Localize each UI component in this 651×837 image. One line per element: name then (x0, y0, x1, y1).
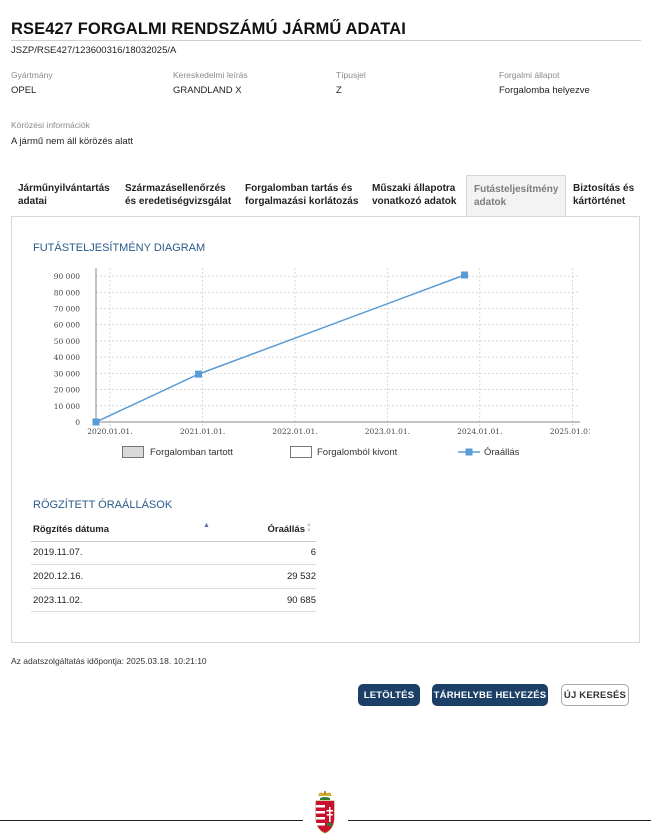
tab-label-line1: Járműnyilvántartás (18, 183, 110, 194)
y-tick-label: 30 000 (54, 369, 80, 378)
title-divider (11, 40, 641, 41)
mileage-chart: 0 10 000 20 000 30 000 40 000 50 000 60 000 70 … (54, 268, 590, 436)
record-value: 6 (310, 547, 316, 558)
data-timestamp: Az adatszolgáltatás időpontja: 2025.03.1… (11, 656, 207, 666)
record-date: 2019.11.07. (33, 547, 83, 558)
tab-vehicle-registry[interactable]: Járműnyilvántartás adatai (11, 175, 118, 216)
field-label-wanted: Körözési információk (11, 120, 90, 130)
tab-label-line1: Forgalomban tartás és (245, 183, 353, 194)
field-label-type: Típusjel (336, 70, 366, 80)
tab-origin-check[interactable]: Származásellenőrzés és eredetiségvizsgál… (118, 175, 238, 216)
tab-label-line1: Futásteljesítmény (474, 184, 559, 195)
footer-rule-right (348, 820, 651, 821)
sort-both-icon[interactable]: ▲ ▼ (306, 522, 312, 534)
tab-bar: Járműnyilvántartás adatai Származásellen… (11, 175, 641, 217)
record-value: 29 532 (286, 571, 316, 582)
record-date: 2020.12.16. (33, 571, 84, 582)
data-point-mileage (92, 418, 100, 426)
field-value-status: Forgalomba helyezve (499, 85, 590, 96)
y-tick-label: 10 000 (54, 402, 80, 411)
field-value-make: OPEL (11, 85, 37, 96)
legend-swatch-mileage (458, 448, 480, 456)
tab-label-line2: forgalmazási korlátozás (245, 196, 359, 207)
x-tick-label: 2023.01.01. (365, 427, 410, 436)
field-value-type: Z (336, 85, 342, 96)
records-section-title: RÖGZÍTETT ÓRAÁLLÁSOK (33, 499, 173, 511)
field-label-model: Kereskedelmi leírás (173, 70, 248, 80)
field-label-status: Forgalmi állapot (499, 70, 560, 80)
x-tick-label: 2020.01.01. (87, 427, 132, 436)
record-date: 2023.11.02. (33, 595, 83, 606)
row-divider (31, 588, 316, 589)
new-search-button[interactable]: ÚJ KERESÉS (561, 684, 629, 706)
tab-insurance[interactable]: Biztosítás és kártörténet (566, 175, 641, 216)
legend-label-active: Forgalomban tartott (150, 447, 233, 458)
col-header-date[interactable]: Rögzítés dátuma (33, 524, 109, 535)
legend-label-mileage: Óraállás (484, 447, 520, 458)
storage-button[interactable]: TÁRHELYBE HELYEZÉS (432, 684, 548, 706)
field-value-wanted: A jármű nem áll körözés alatt (11, 136, 133, 147)
tab-technical-condition[interactable]: Műszaki állapotra vonatkozó adatok (365, 175, 466, 216)
footer-rule-left (0, 820, 303, 821)
tab-label-line1: Biztosítás és (573, 183, 635, 194)
legend-swatch-active (122, 446, 144, 458)
query-id: JSZP/RSE427/123600316/18032025/A (11, 45, 177, 56)
chart-section-title: FUTÁSTELJESÍTMÉNY DIAGRAM (33, 242, 206, 254)
tab-label-line1: Műszaki állapotra (372, 183, 456, 194)
hungarian-coat-of-arms-icon (315, 791, 335, 834)
y-tick-label: 70 000 (54, 305, 80, 314)
tab-label-line2: vonatkozó adatok (372, 196, 457, 207)
y-tick-label: 0 (75, 418, 80, 427)
y-tick-label: 90 000 (54, 272, 80, 281)
y-tick-label: 20 000 (54, 386, 80, 395)
series-line-mileage (95, 274, 465, 423)
record-value: 90 685 (286, 595, 316, 606)
tab-label-line2: és eredetiségvizsgálat (125, 196, 232, 207)
tab-label-line2: adatok (474, 197, 507, 208)
y-tick-label: 60 000 (54, 321, 80, 330)
header-divider (31, 541, 316, 542)
legend-label-withdrawn: Forgalomból kivont (317, 447, 398, 458)
tab-label-line2: kártörténet (573, 196, 626, 207)
x-tick-label: 2021.01.01. (180, 427, 225, 436)
tab-label-line1: Származásellenőrzés (125, 183, 226, 194)
sort-asc-icon[interactable]: ▲ (203, 522, 210, 529)
field-label-make: Gyártmány (11, 70, 53, 80)
x-tick-label: 2024.01.01. (457, 427, 502, 436)
col-header-mileage[interactable]: Óraállás (225, 524, 306, 535)
x-tick-label: 2025.01.01. (550, 427, 590, 436)
tab-operation-restrictions[interactable]: Forgalomban tartás és forgalmazási korlá… (238, 175, 365, 216)
row-divider (31, 611, 316, 612)
data-point-mileage (195, 370, 203, 378)
download-button[interactable]: LETÖLTÉS (358, 684, 420, 706)
y-tick-label: 50 000 (54, 337, 80, 346)
field-value-model: GRANDLAND X (173, 85, 242, 96)
y-tick-label: 80 000 (54, 288, 80, 297)
row-divider (31, 564, 316, 565)
legend-swatch-withdrawn (290, 446, 312, 458)
y-tick-label: 40 000 (54, 353, 80, 362)
x-tick-label: 2022.01.01. (272, 427, 317, 436)
data-point-mileage (461, 271, 469, 279)
tab-label-line2: adatai (18, 196, 47, 207)
page-title: RSE427 FORGALMI RENDSZÁMÚ JÁRMŰ ADATAI (11, 20, 406, 38)
tab-mileage[interactable]: Futásteljesítmény adatok (466, 175, 566, 217)
